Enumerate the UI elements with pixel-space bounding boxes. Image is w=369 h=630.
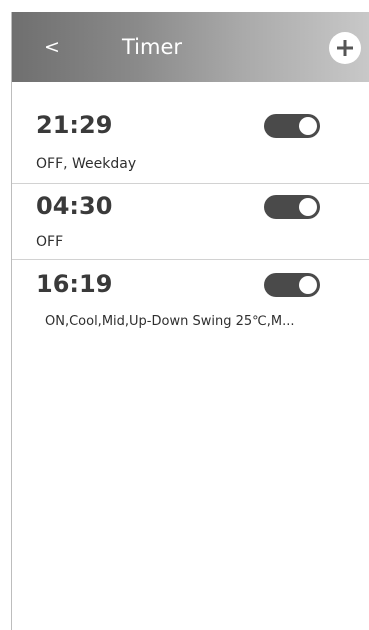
timer-item[interactable]: 21:29 OFF, Weekday (12, 82, 369, 184)
timer-toggle[interactable] (264, 195, 320, 219)
timer-description: OFF (36, 234, 64, 250)
timer-list: 21:29 OFF, Weekday 04:30 OFF 16:19 ON,Co… (12, 82, 369, 350)
toggle-knob (299, 117, 317, 135)
page-title: Timer (122, 35, 183, 59)
timer-description: ON,Cool,Mid,Up-Down Swing 25℃,M... (45, 314, 295, 329)
back-button[interactable]: < (40, 34, 64, 60)
timer-time: 04:30 (36, 192, 113, 220)
timer-toggle[interactable] (264, 273, 320, 297)
toggle-knob (299, 276, 317, 294)
toggle-knob (299, 198, 317, 216)
header-bar: < Timer (12, 12, 369, 82)
timer-item[interactable]: 04:30 OFF (12, 184, 369, 260)
timer-item[interactable]: 16:19 ON,Cool,Mid,Up-Down Swing 25℃,M... (12, 260, 369, 350)
timer-screen: < Timer 21:29 OFF, Weekday 04:30 OFF 16:… (0, 0, 369, 630)
timer-description: OFF, Weekday (36, 156, 137, 172)
plus-icon (337, 40, 353, 56)
timer-time: 21:29 (36, 111, 113, 139)
timer-toggle[interactable] (264, 114, 320, 138)
add-timer-button[interactable] (329, 32, 361, 64)
timer-time: 16:19 (36, 270, 113, 298)
